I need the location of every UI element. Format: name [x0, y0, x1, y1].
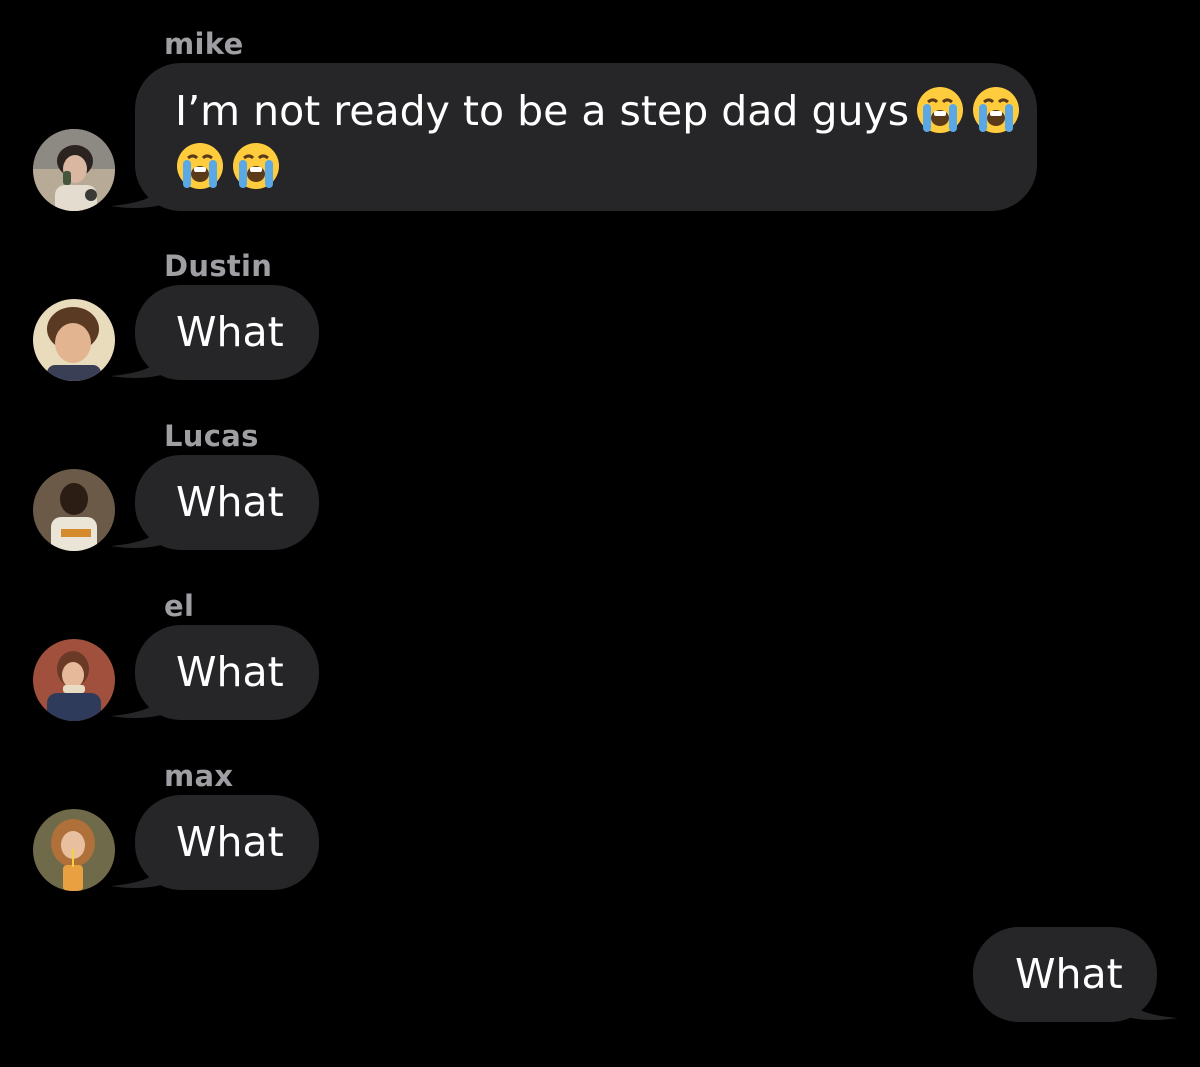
loudly-crying-face-icon	[175, 141, 225, 191]
loudly-crying-face-icon	[231, 141, 281, 191]
message-bubble-outgoing[interactable]: What	[973, 927, 1157, 1022]
avatar-el[interactable]	[33, 639, 115, 721]
message-text-max: What	[176, 818, 284, 866]
message-emoji-row-mike	[175, 139, 997, 195]
avatar-lucas-photo	[33, 469, 115, 551]
message-bubble-el[interactable]: What	[135, 625, 319, 720]
sender-name-dustin: Dustin	[164, 249, 273, 283]
avatar-mike-photo	[33, 129, 115, 211]
loudly-crying-face-icon	[915, 85, 965, 135]
avatar-el-photo	[33, 639, 115, 721]
message-bubble-max[interactable]: What	[135, 795, 319, 890]
message-bubble-dustin[interactable]: What	[135, 285, 319, 380]
sender-name-mike: mike	[164, 27, 244, 61]
avatar-max[interactable]	[33, 809, 115, 891]
message-text-mike: I’m not ready to be a step dad guys	[175, 83, 1020, 195]
avatar-mike[interactable]	[33, 129, 115, 211]
avatar-lucas[interactable]	[33, 469, 115, 551]
avatar-dustin[interactable]	[33, 299, 115, 381]
message-line-mike: I’m not ready to be a step dad guys	[175, 87, 910, 135]
message-thread[interactable]: mike I’m not ready to be a step dad guys…	[0, 0, 1200, 1067]
sender-name-lucas: Lucas	[164, 419, 259, 453]
message-bubble-mike[interactable]: I’m not ready to be a step dad guys	[135, 63, 1037, 211]
message-text-dustin: What	[176, 308, 284, 356]
message-text-outgoing: What	[1015, 950, 1123, 998]
message-text-el: What	[176, 648, 284, 696]
avatar-max-photo	[33, 809, 115, 891]
message-text-lucas: What	[176, 478, 284, 526]
sender-name-max: max	[164, 759, 234, 793]
message-bubble-lucas[interactable]: What	[135, 455, 319, 550]
loudly-crying-face-icon	[971, 85, 1021, 135]
sender-name-el: el	[164, 589, 195, 623]
avatar-dustin-photo	[33, 299, 115, 381]
